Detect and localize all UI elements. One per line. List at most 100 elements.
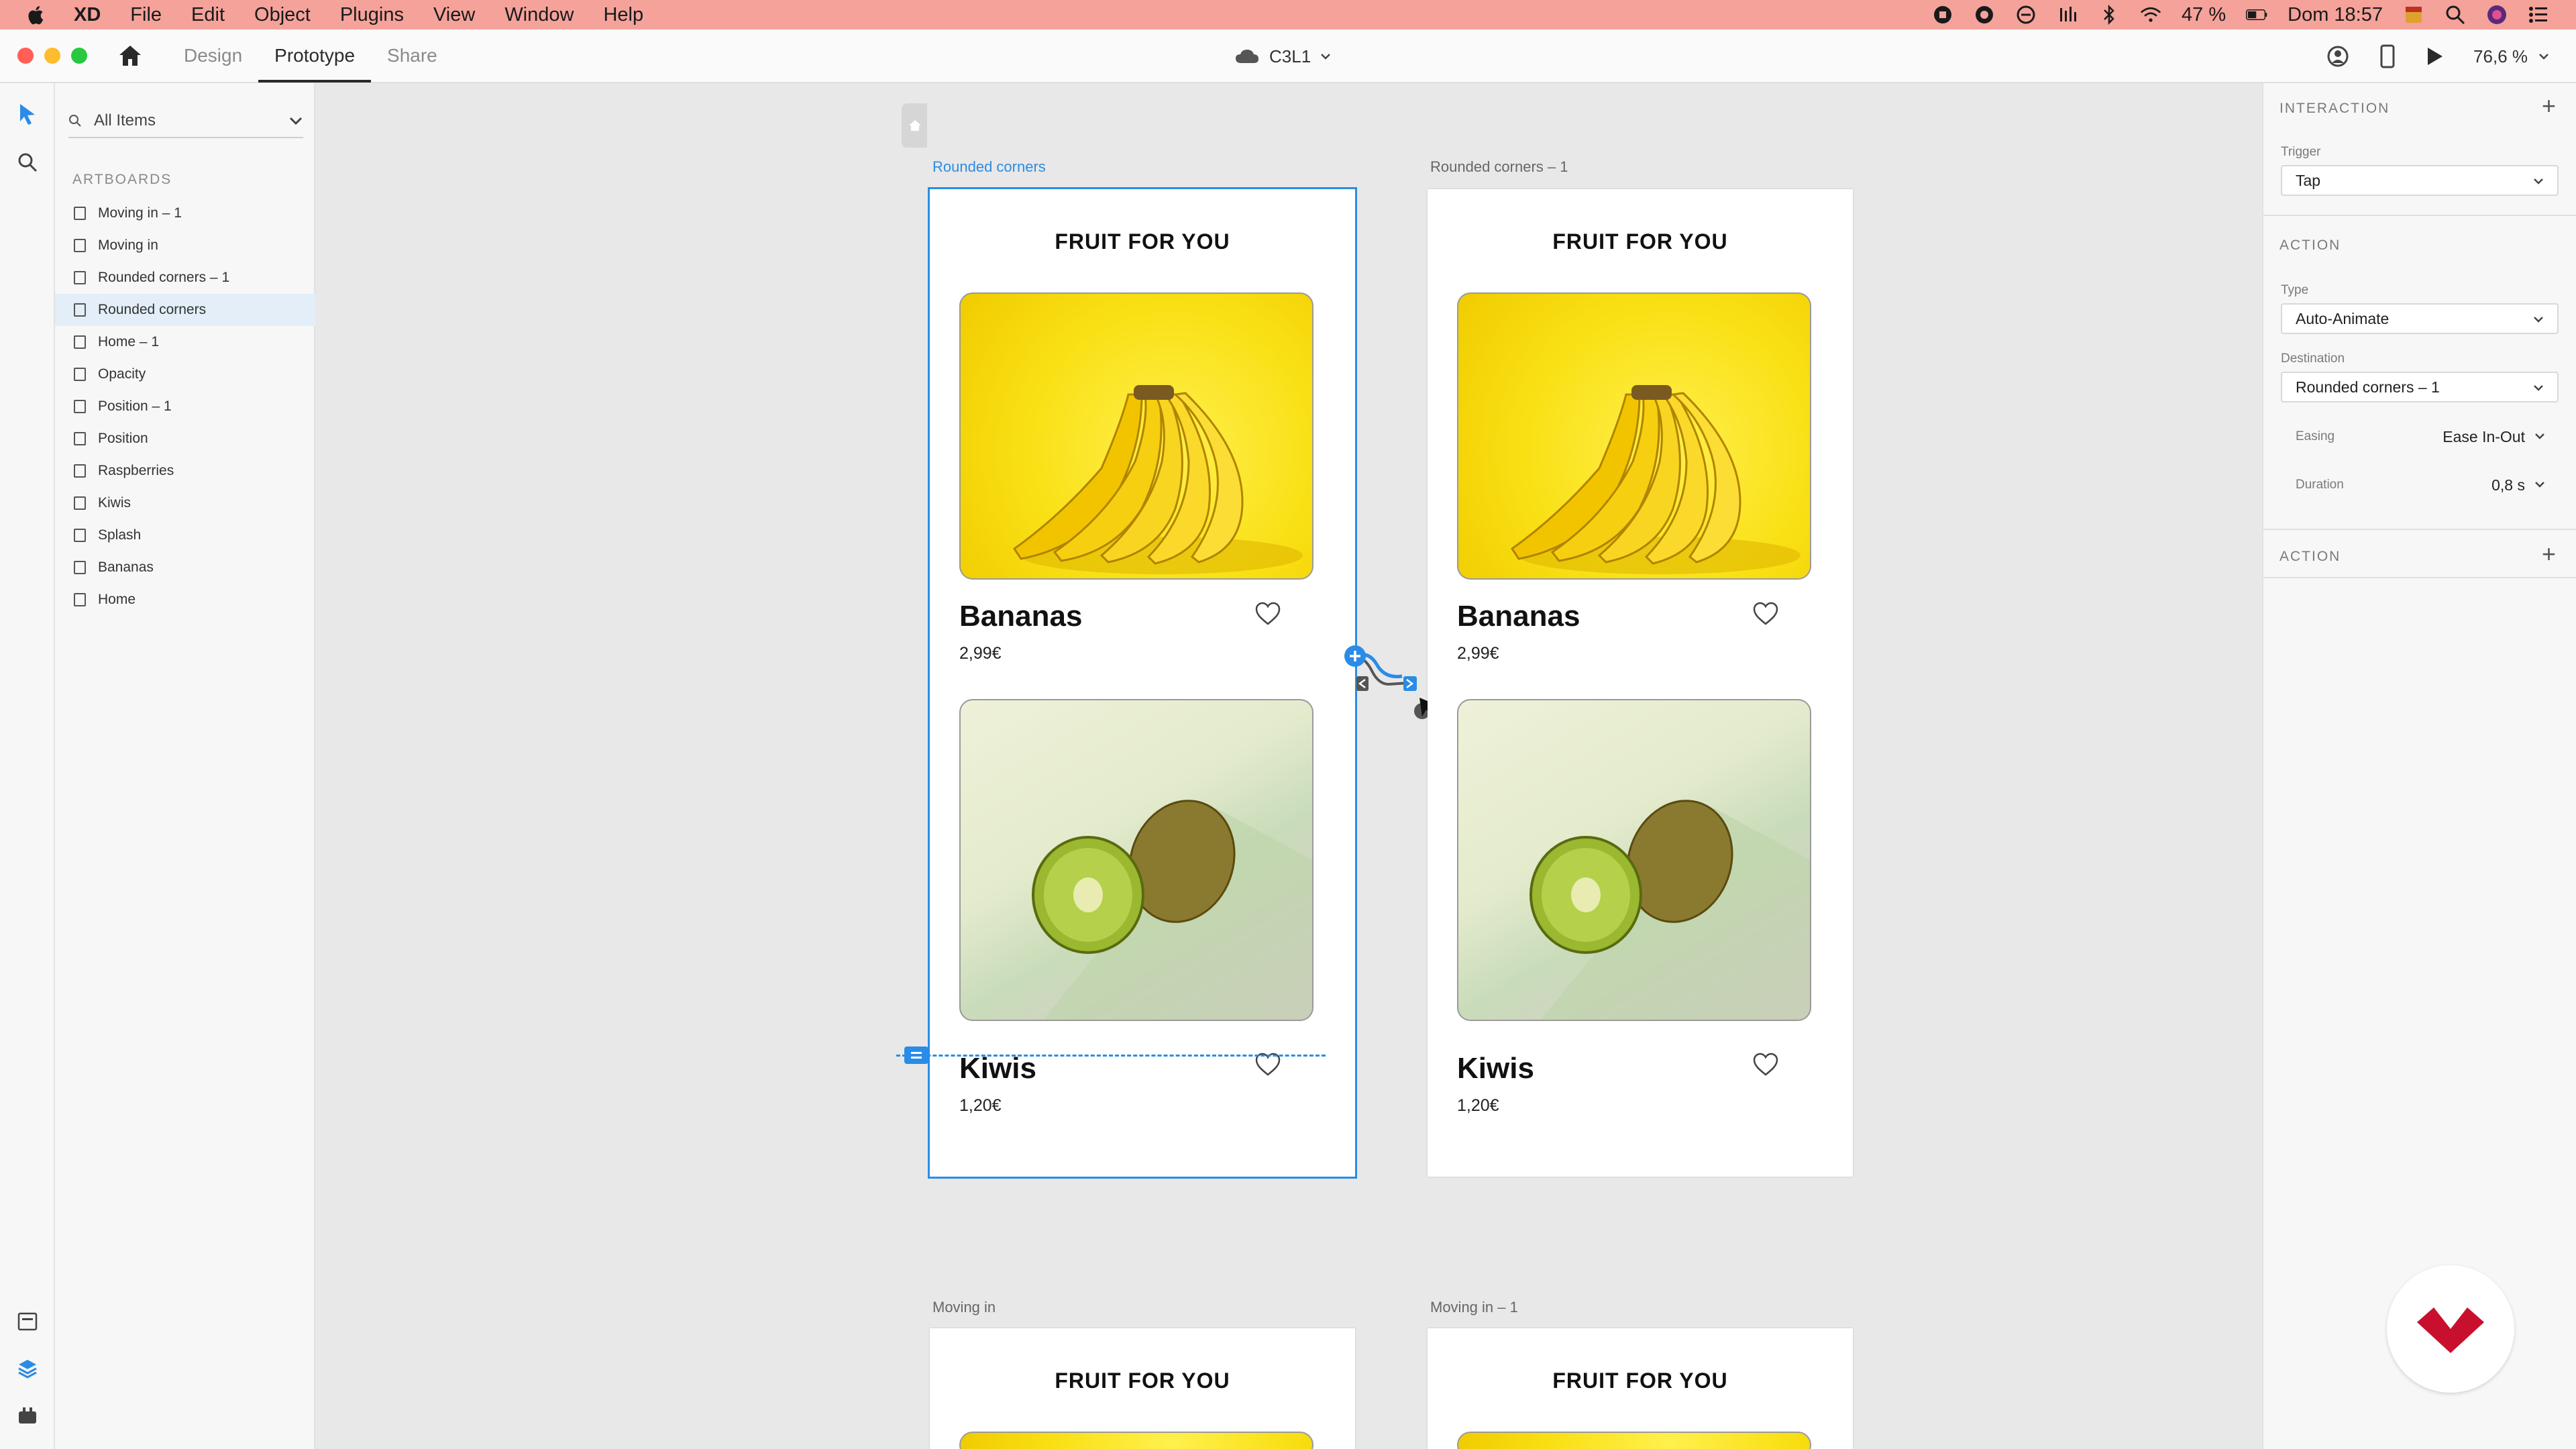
trigger-select[interactable]: Tap xyxy=(2281,165,2559,196)
menu-file[interactable]: File xyxy=(130,4,162,26)
chevron-down-icon[interactable] xyxy=(288,116,303,125)
heart-icon[interactable] xyxy=(1752,1052,1779,1077)
tab-prototype[interactable]: Prototype xyxy=(258,29,372,83)
menu-plugins[interactable]: Plugins xyxy=(340,4,404,26)
device-preview-icon[interactable] xyxy=(2379,44,2396,68)
menubar-clock[interactable]: Dom 18:57 xyxy=(2288,4,2383,26)
menu-edit[interactable]: Edit xyxy=(191,4,225,26)
heart-icon[interactable] xyxy=(1752,601,1779,627)
equalizer-icon[interactable] xyxy=(2057,4,2078,25)
chevron-down-icon[interactable] xyxy=(2538,52,2549,60)
heart-icon[interactable] xyxy=(1254,601,1281,627)
artboard-item[interactable]: Kiwis xyxy=(55,487,315,519)
product-image-kiwis[interactable] xyxy=(959,699,1313,1021)
brand-logo xyxy=(2387,1265,2514,1393)
prototype-wire[interactable] xyxy=(1328,557,1436,724)
artboard-rounded-corners[interactable]: FRUIT FOR YOU Bananas 2,99€ Kiwis 1,20€ xyxy=(928,187,1357,1179)
zoom-level[interactable]: 76,6 % xyxy=(2473,46,2528,67)
product-price: 1,20€ xyxy=(959,1096,1002,1115)
artboard-title: FRUIT FOR YOU xyxy=(1552,1368,1728,1393)
sync-icon[interactable] xyxy=(2015,4,2037,25)
minimize-window-button[interactable] xyxy=(44,48,60,64)
artboard-item[interactable]: Bananas xyxy=(55,551,315,584)
battery-icon[interactable] xyxy=(2246,4,2267,25)
window-controls xyxy=(17,48,87,64)
select-tool-icon[interactable] xyxy=(14,101,41,127)
artboard-moving-in-1[interactable]: FRUIT FOR YOU xyxy=(1428,1328,1853,1449)
assets-panel-icon[interactable] xyxy=(14,1308,41,1335)
product-image-bananas[interactable] xyxy=(959,292,1313,580)
artboard-label[interactable]: Moving in – 1 xyxy=(1430,1299,1518,1316)
artboard-moving-in[interactable]: FRUIT FOR YOU xyxy=(930,1328,1355,1449)
document-title-menu[interactable]: C3L1 xyxy=(1234,30,1331,83)
artboard-item[interactable]: Home xyxy=(55,584,315,616)
menu-view[interactable]: View xyxy=(433,4,475,26)
artboard-item[interactable]: Splash xyxy=(55,519,315,551)
artboard-icon xyxy=(74,368,86,381)
home-icon xyxy=(909,120,921,131)
duration-select[interactable]: Duration 0,8 s xyxy=(2296,470,2559,500)
artboard-item-selected[interactable]: Rounded corners xyxy=(55,294,315,326)
creative-cloud-icon[interactable] xyxy=(1974,4,1995,25)
artboard-item[interactable]: Position – 1 xyxy=(55,390,315,423)
viewport-height-line[interactable] xyxy=(896,1055,1326,1057)
menu-app-name[interactable]: XD xyxy=(74,4,101,26)
artboard-label[interactable]: Rounded corners xyxy=(932,158,1046,176)
trigger-value: Tap xyxy=(2296,171,2321,189)
home-icon[interactable] xyxy=(117,42,144,69)
action-type-select[interactable]: Auto-Animate xyxy=(2281,303,2559,334)
layers-panel-icon[interactable] xyxy=(14,1355,41,1382)
menu-object[interactable]: Object xyxy=(254,4,311,26)
artboard-item[interactable]: Raspberries xyxy=(55,455,315,487)
easing-select[interactable]: Easing Ease In-Out xyxy=(2296,421,2559,452)
viewport-height-handle[interactable] xyxy=(904,1046,928,1064)
home-artboard-marker[interactable] xyxy=(902,103,927,148)
notification-center-icon[interactable] xyxy=(2528,4,2549,25)
bananas-image xyxy=(1012,385,1303,574)
spotlight-search-icon[interactable] xyxy=(2445,4,2466,25)
tab-share[interactable]: Share xyxy=(371,29,453,83)
artboard-label[interactable]: Moving in xyxy=(932,1299,996,1316)
artboard-rounded-corners-1[interactable]: FRUIT FOR YOU Bananas 2,99€ Kiwis 1,20€ xyxy=(1428,189,1853,1177)
close-window-button[interactable] xyxy=(17,48,34,64)
destination-select[interactable]: Rounded corners – 1 xyxy=(2281,372,2559,402)
menu-window[interactable]: Window xyxy=(504,4,574,26)
calendar-icon[interactable] xyxy=(2403,4,2424,25)
product-image-bananas[interactable] xyxy=(959,1432,1313,1449)
artboard-item[interactable]: Position xyxy=(55,423,315,455)
artboard-label[interactable]: Rounded corners – 1 xyxy=(1430,158,1568,176)
layers-filter[interactable]: All Items xyxy=(68,105,303,138)
siri-icon[interactable] xyxy=(2486,4,2508,25)
artboard-item[interactable]: Rounded corners – 1 xyxy=(55,262,315,294)
artboard-item[interactable]: Opacity xyxy=(55,358,315,390)
section-divider xyxy=(2263,529,2576,530)
apple-icon[interactable] xyxy=(27,4,47,25)
product-price: 1,20€ xyxy=(1457,1096,1499,1115)
user-share-icon[interactable] xyxy=(2326,44,2350,68)
add-action-plus-icon[interactable]: + xyxy=(2542,542,2556,566)
interaction-heading: INTERACTION xyxy=(2279,101,2390,116)
bluetooth-icon[interactable] xyxy=(2098,4,2120,25)
artboard-icon xyxy=(74,239,86,252)
artboard-item[interactable]: Moving in – 1 xyxy=(55,197,315,229)
product-price: 2,99€ xyxy=(959,644,1002,663)
artboard-item[interactable]: Moving in xyxy=(55,229,315,262)
artboard-icon xyxy=(74,335,86,349)
zoom-window-button[interactable] xyxy=(71,48,87,64)
menu-help[interactable]: Help xyxy=(603,4,643,26)
add-interaction-plus-icon[interactable]: + xyxy=(2542,94,2556,118)
product-image-kiwis[interactable] xyxy=(1457,699,1811,1021)
artboard-item[interactable]: Home – 1 xyxy=(55,326,315,358)
product-image-bananas[interactable] xyxy=(1457,1432,1811,1449)
plugins-panel-icon[interactable] xyxy=(14,1402,41,1429)
duration-label: Duration xyxy=(2296,478,2344,492)
product-image-bananas[interactable] xyxy=(1457,292,1811,580)
chevron-down-icon xyxy=(2534,178,2543,184)
action-type-value: Auto-Animate xyxy=(2296,309,2390,327)
play-icon[interactable] xyxy=(2425,46,2444,66)
zoom-tool-icon[interactable] xyxy=(14,149,41,176)
tab-design[interactable]: Design xyxy=(168,29,258,83)
record-icon[interactable] xyxy=(1932,4,1953,25)
wifi-icon[interactable] xyxy=(2140,4,2161,25)
chevron-down-icon xyxy=(1321,54,1331,60)
